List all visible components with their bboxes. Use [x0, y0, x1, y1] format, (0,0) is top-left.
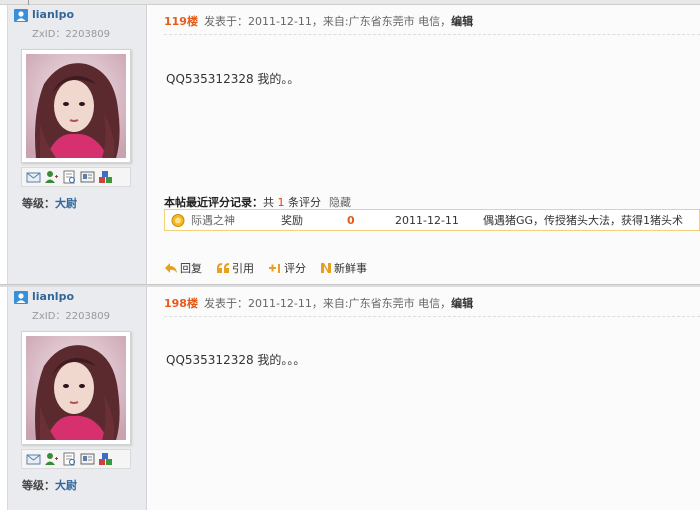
- quote-label: 引用: [232, 262, 254, 275]
- rate-plus-icon: [269, 264, 280, 273]
- avatar-photo: [26, 54, 126, 158]
- avatar[interactable]: [21, 49, 131, 163]
- author-action-icons: [21, 167, 131, 187]
- post-198: lianlpo ZxID：2203809 等级：大尉 198楼 发表于：2011…: [0, 287, 700, 510]
- level-label: 等级：: [22, 197, 55, 210]
- quote-icon: [217, 263, 229, 273]
- floor-number[interactable]: 119楼: [164, 15, 198, 28]
- post-119: lianlpo ZxID：2203809 等级：大尉 119楼 发表于：2011…: [0, 5, 700, 285]
- rating-user[interactable]: 际遇之神: [191, 212, 235, 228]
- user-icon: [14, 9, 28, 22]
- post-main: 119楼 发表于：2011-12-11，来自:广东省东莞市 电信，编辑 QQ535…: [148, 5, 700, 285]
- edit-link[interactable]: 编辑: [451, 15, 473, 28]
- level-value[interactable]: 大尉: [55, 479, 77, 492]
- rating-date: 2011-12-11: [395, 213, 459, 227]
- author-zxid: ZxID：2203809: [32, 29, 110, 40]
- edit-link[interactable]: 编辑: [451, 297, 473, 310]
- author-username[interactable]: lianlpo: [32, 290, 74, 303]
- card-icon[interactable]: [80, 452, 95, 466]
- blocks-icon[interactable]: [98, 452, 113, 466]
- rating-type: 奖励: [281, 214, 303, 227]
- author-username[interactable]: lianlpo: [32, 8, 74, 21]
- rating-count-prefix: 共: [263, 196, 278, 209]
- author-sidebar: lianlpo ZxID：2203809 等级：大尉: [7, 5, 147, 285]
- rating-reason: 偶遇猪GG，传授猪头大法，获得1猪头术: [483, 214, 684, 227]
- author-level: 等级：大尉: [22, 195, 77, 211]
- avatar-photo: [26, 336, 126, 440]
- rating-row: 际遇之神 奖励 0 2011-12-11 偶遇猪GG，传授猪头大法，获得1猪头术: [164, 209, 700, 231]
- post-time-source: 发表于：2011-12-11，来自:广东省东莞市 电信，: [203, 297, 452, 310]
- message-icon[interactable]: [26, 170, 41, 184]
- level-label: 等级：: [22, 479, 55, 492]
- news-button[interactable]: 新鲜事: [320, 260, 367, 276]
- post-main: 198楼 发表于：2011-12-11，来自:广东省东莞市 电信，编辑 QQ535…: [148, 287, 700, 510]
- add-friend-icon[interactable]: [44, 452, 59, 466]
- author-level: 等级：大尉: [22, 477, 77, 493]
- post-meta: 119楼 发表于：2011-12-11，来自:广东省东莞市 电信，编辑: [164, 13, 473, 29]
- rating-title: 本帖最近评分记录：: [164, 196, 263, 209]
- meta-divider: [164, 316, 700, 317]
- author-action-icons: [21, 449, 131, 469]
- reply-button[interactable]: 回复: [164, 260, 202, 276]
- rating-header: 本帖最近评分记录：共 1 条评分 隐藏: [164, 194, 351, 210]
- rating-count: 1: [277, 196, 285, 209]
- news-icon: [321, 263, 331, 273]
- reply-label: 回复: [180, 262, 202, 275]
- profile-icon[interactable]: [62, 452, 77, 466]
- user-icon: [14, 291, 28, 304]
- add-friend-icon[interactable]: [44, 170, 59, 184]
- rating-score: 0: [347, 213, 355, 227]
- reply-icon: [165, 263, 177, 273]
- post-content: QQ535312328 我的。。。: [166, 353, 306, 367]
- rate-label: 评分: [284, 262, 306, 275]
- rate-button[interactable]: 评分: [268, 260, 306, 276]
- author-zxid: ZxID：2203809: [32, 311, 110, 322]
- meta-divider: [164, 34, 700, 35]
- blocks-icon[interactable]: [98, 170, 113, 184]
- floor-number[interactable]: 198楼: [164, 297, 198, 310]
- level-value[interactable]: 大尉: [55, 197, 77, 210]
- profile-icon[interactable]: [62, 170, 77, 184]
- quote-button[interactable]: 引用: [216, 260, 254, 276]
- post-actions: 回复 引用 评分 新鲜事: [164, 260, 381, 276]
- medal-icon: [171, 214, 185, 227]
- message-icon[interactable]: [26, 452, 41, 466]
- post-meta: 198楼 发表于：2011-12-11，来自:广东省东莞市 电信，编辑: [164, 295, 473, 311]
- avatar[interactable]: [21, 331, 131, 445]
- post-content: QQ535312328 我的。。: [166, 72, 300, 86]
- author-sidebar: lianlpo ZxID：2203809 等级：大尉: [7, 287, 147, 510]
- news-label: 新鲜事: [334, 262, 367, 275]
- post-time-source: 发表于：2011-12-11，来自:广东省东莞市 电信，: [203, 15, 452, 28]
- rating-hide-link[interactable]: 隐藏: [329, 196, 351, 209]
- card-icon[interactable]: [80, 170, 95, 184]
- rating-count-suffix: 条评分: [284, 196, 321, 209]
